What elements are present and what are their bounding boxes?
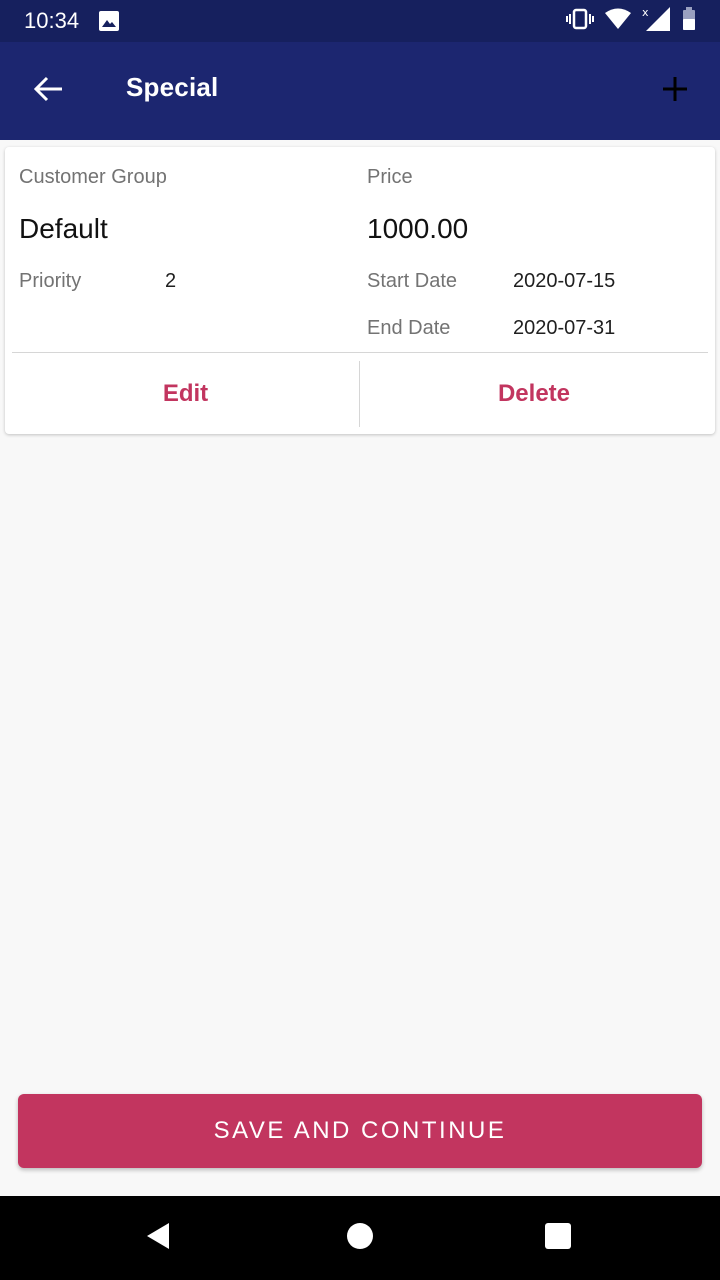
priority-value: 2 (165, 270, 177, 292)
nav-back-button[interactable] (130, 1210, 186, 1266)
nav-home-button[interactable] (332, 1210, 388, 1266)
end-date-value: 2020-07-31 (513, 317, 616, 339)
battery-icon (682, 6, 696, 36)
navigation-bar (0, 1196, 720, 1280)
nav-recents-button[interactable] (530, 1210, 586, 1266)
start-date-value: 2020-07-15 (513, 270, 616, 292)
back-button[interactable] (22, 64, 76, 118)
arrow-left-icon (33, 76, 64, 107)
delete-button[interactable]: Delete (360, 353, 708, 434)
customer-group-label: Customer Group (19, 166, 167, 188)
customer-group-value: Default (19, 213, 108, 244)
image-icon (99, 11, 120, 31)
signal-icon: x (642, 6, 672, 37)
status-icons: x (566, 6, 696, 37)
end-date-label: End Date (367, 317, 451, 339)
add-special-button[interactable] (648, 64, 702, 118)
svg-text:x: x (642, 6, 649, 19)
app-bar: Special (0, 42, 720, 140)
back-triangle-icon (145, 1222, 171, 1255)
price-value: 1000.00 (367, 213, 469, 244)
start-date-label: Start Date (367, 270, 458, 292)
wifi-icon (604, 8, 632, 35)
status-bar: 10:34 x (0, 0, 720, 42)
home-circle-icon (346, 1222, 374, 1255)
recents-square-icon (545, 1222, 571, 1254)
page-title: Special (126, 72, 219, 102)
vibrate-icon (566, 8, 594, 35)
priority-label: Priority (19, 270, 82, 292)
save-and-continue-button[interactable]: SAVE AND CONTINUE (18, 1094, 702, 1168)
price-label: Price (367, 166, 413, 188)
plus-icon (662, 76, 688, 107)
edit-button[interactable]: Edit (12, 353, 359, 434)
special-card: Customer Group Default Priority 2 Price … (5, 147, 715, 434)
status-time: 10:34 (24, 8, 80, 33)
